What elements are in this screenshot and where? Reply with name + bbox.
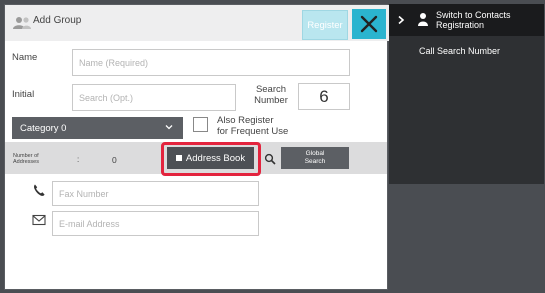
chevron-down-icon <box>165 125 173 130</box>
number-of-addresses-colon: : <box>77 155 80 164</box>
dialog-title: Add Group <box>33 15 82 26</box>
switch-contacts-registration[interactable]: Switch to Contacts Registration <box>389 4 544 36</box>
add-group-dialog: Add Group Register Name Name (Required) … <box>4 4 389 290</box>
also-register-label: Also Register for Frequent Use <box>217 115 289 137</box>
contact-icon <box>418 13 428 26</box>
search-number-field[interactable]: 6 <box>298 83 350 110</box>
number-of-addresses-value: 0 <box>112 155 117 165</box>
address-count-bar: Number of Addresses : 0 Address Book Glo… <box>5 142 387 176</box>
switch-contacts-label: Switch to Contacts Registration <box>436 10 511 30</box>
email-address-field[interactable]: E-mail Address <box>52 211 259 236</box>
fax-icon <box>34 184 45 196</box>
also-register-checkbox[interactable] <box>193 117 208 132</box>
number-of-addresses-label: Number of Addresses <box>13 153 39 165</box>
highlight-frame <box>161 142 261 176</box>
title-bar: Add Group Register <box>5 5 389 41</box>
call-search-number-item[interactable]: Call Search Number <box>419 46 500 56</box>
side-panel: Switch to Contacts Registration Call Sea… <box>389 4 544 184</box>
close-icon <box>360 15 378 33</box>
category-value: Category 0 <box>20 122 67 134</box>
initial-field[interactable]: Search (Opt.) <box>72 84 236 111</box>
search-icon <box>264 153 276 165</box>
close-button[interactable] <box>352 9 386 39</box>
screen: Add Group Register Name Name (Required) … <box>0 0 545 293</box>
initial-label: Initial <box>12 89 35 100</box>
email-icon <box>32 214 46 226</box>
register-button[interactable]: Register <box>302 10 348 40</box>
name-field[interactable]: Name (Required) <box>72 49 350 76</box>
name-label: Name <box>12 52 38 63</box>
group-icon <box>13 17 31 29</box>
category-select[interactable]: Category 0 <box>12 117 183 139</box>
fax-number-field[interactable]: Fax Number <box>52 181 259 206</box>
search-number-label: Search Number <box>254 84 288 106</box>
global-search-button[interactable]: Global Search <box>281 147 349 169</box>
chevron-right-icon <box>398 15 405 25</box>
